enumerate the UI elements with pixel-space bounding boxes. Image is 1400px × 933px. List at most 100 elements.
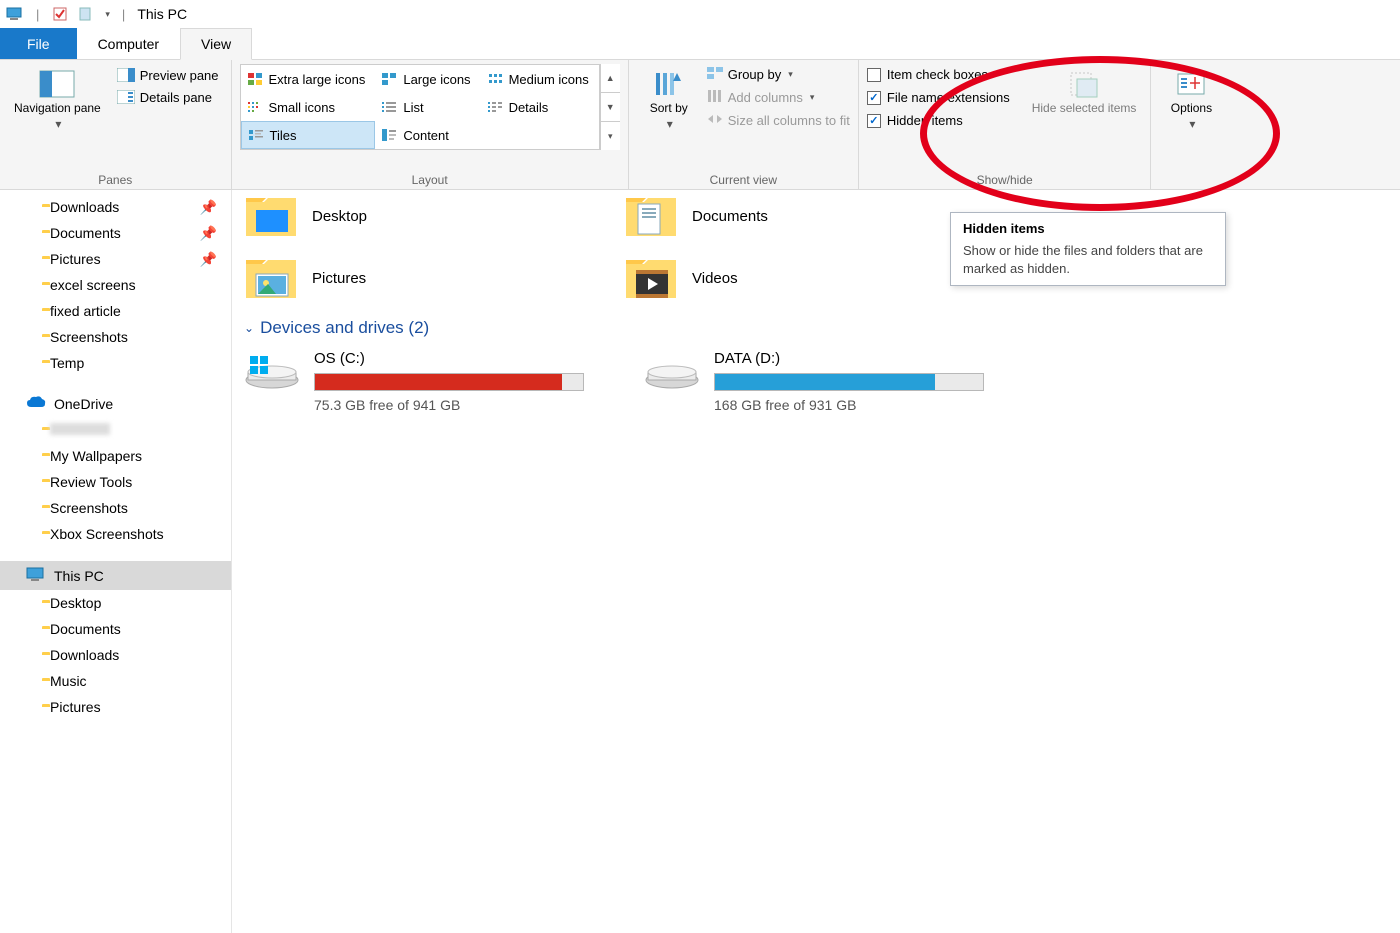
tab-computer[interactable]: Computer	[77, 28, 180, 59]
separator: |	[36, 7, 39, 22]
sidebar-item-label: Downloads	[50, 199, 119, 215]
sidebar-item-xbox-screenshots[interactable]: Xbox Screenshots	[0, 521, 231, 547]
sidebar-item-label: excel screens	[50, 277, 136, 293]
section-header-devices[interactable]: ⌄ Devices and drives (2)	[244, 318, 1388, 338]
content-pane[interactable]: Desktop Documents Pictures Videos ⌄ Device…	[232, 190, 1400, 933]
sidebar-item-pictures[interactable]: Pictures	[0, 694, 231, 720]
sidebar-item-downloads[interactable]: Downloads📌	[0, 194, 231, 220]
qat-dropdown-icon[interactable]: ▾	[105, 9, 110, 20]
drive-name: DATA (D:)	[714, 350, 1004, 367]
ribbon-group-current-view: Sort by ▾ Group by ▾ Add columns ▾ Size …	[629, 60, 859, 189]
sidebar-item-label: Pictures	[50, 251, 101, 267]
tab-file[interactable]: File	[0, 28, 77, 59]
sidebar-item-label: My Wallpapers	[50, 448, 142, 464]
sidebar-item-screenshots[interactable]: Screenshots	[0, 495, 231, 521]
sidebar-item-documents[interactable]: Documents📌	[0, 220, 231, 246]
drive-name: OS (C:)	[314, 350, 604, 367]
sidebar-item-excel-screens[interactable]: excel screens	[0, 272, 231, 298]
sidebar-item-review-tools[interactable]: Review Tools	[0, 469, 231, 495]
group-by-button[interactable]: Group by ▾	[707, 64, 850, 85]
pc-icon	[6, 5, 24, 23]
ribbon-group-options: Options ▾	[1151, 60, 1231, 189]
sidebar-item-music[interactable]: Music	[0, 668, 231, 694]
layout-option-extra-large-icons[interactable]: Extra large icons	[241, 65, 376, 93]
ribbon-group-panes: Navigation pane ▾ Preview pane Details p…	[0, 60, 232, 189]
sidebar-item-label: Music	[50, 673, 87, 689]
folder-tile-documents[interactable]: Documents	[624, 194, 964, 238]
hide-selected-items-button: Hide selected items	[1026, 64, 1143, 120]
properties-icon[interactable]	[51, 5, 69, 23]
pin-icon: 📌	[200, 251, 217, 268]
sidebar-item-label: Documents	[50, 225, 121, 241]
chevron-down-icon: ▾	[1189, 118, 1195, 132]
sidebar-item-temp[interactable]: Temp	[0, 350, 231, 376]
sidebar-item-this-pc[interactable]: This PC	[0, 561, 231, 590]
sidebar-item-onedrive[interactable]: OneDrive	[0, 390, 231, 417]
sidebar-item-label	[50, 422, 110, 438]
gallery-expand-icon[interactable]: ▾	[601, 122, 620, 150]
layout-option-large-icons[interactable]: Large icons	[375, 65, 480, 93]
sort-by-button[interactable]: Sort by ▾	[637, 64, 701, 136]
drive-icon	[244, 350, 300, 390]
drive-tile-data-d-[interactable]: DATA (D:)168 GB free of 931 GB	[644, 350, 1004, 413]
folder-icon	[244, 256, 298, 300]
sidebar-item-screenshots[interactable]: Screenshots	[0, 324, 231, 350]
sidebar-item-documents[interactable]: Documents	[0, 616, 231, 642]
tile-label: Pictures	[312, 270, 366, 287]
new-folder-icon[interactable]	[77, 5, 95, 23]
ribbon-tabs: File Computer View	[0, 28, 1400, 60]
folder-tile-videos[interactable]: Videos	[624, 256, 964, 300]
sidebar-item-label: Screenshots	[50, 329, 128, 345]
ribbon-group-show-hide: Item check boxes File name extensions Hi…	[859, 60, 1152, 189]
layout-option-small-icons[interactable]: Small icons	[241, 93, 376, 121]
navigation-pane-button[interactable]: Navigation pane ▾	[8, 64, 107, 136]
layout-view-icon	[247, 100, 263, 114]
layout-view-icon	[381, 100, 397, 114]
sidebar-item-desktop[interactable]: Desktop	[0, 590, 231, 616]
main-area: Downloads📌Documents📌 Pictures 📌 excel scree…	[0, 190, 1400, 933]
chevron-down-icon: ▾	[788, 69, 793, 80]
folder-tile-desktop[interactable]: Desktop	[244, 194, 584, 238]
sidebar-item-my-wallpapers[interactable]: My Wallpapers	[0, 443, 231, 469]
folder-tile-pictures[interactable]: Pictures	[244, 256, 584, 300]
layout-option-medium-icons[interactable]: Medium icons	[481, 65, 599, 93]
layout-option-details[interactable]: Details	[481, 93, 599, 121]
add-columns-icon	[707, 89, 723, 106]
chevron-down-icon: ▾	[810, 92, 815, 103]
tab-view[interactable]: View	[180, 28, 252, 60]
hide-selected-icon	[1066, 68, 1102, 100]
options-button[interactable]: Options ▾	[1159, 64, 1223, 136]
folder-icon	[624, 256, 678, 300]
checkbox-icon	[867, 114, 881, 128]
hidden-items-checkbox[interactable]: Hidden items	[867, 110, 1010, 131]
preview-pane-button[interactable]: Preview pane	[113, 64, 223, 86]
group-label-show-hide: Show/hide	[867, 171, 1143, 187]
sidebar-item-label: Documents	[50, 621, 121, 637]
layout-gallery-scroll[interactable]: ▲ ▼ ▾	[600, 64, 620, 150]
layout-view-icon	[247, 72, 263, 86]
layout-option-content[interactable]: Content	[375, 121, 480, 149]
layout-gallery[interactable]: Extra large iconsLarge iconsMedium icons…	[240, 64, 600, 150]
file-name-extensions-checkbox[interactable]: File name extensions	[867, 87, 1010, 108]
sidebar-item-label: Review Tools	[50, 474, 132, 490]
tile-label: Documents	[692, 208, 768, 225]
sidebar-item-redacted[interactable]	[0, 417, 231, 443]
sidebar-item-downloads[interactable]: Downloads	[0, 642, 231, 668]
details-pane-button[interactable]: Details pane	[113, 86, 223, 108]
drive-tile-os-c-[interactable]: OS (C:)75.3 GB free of 941 GB	[244, 350, 604, 413]
ribbon: Navigation pane ▾ Preview pane Details p…	[0, 60, 1400, 190]
group-label-current-view: Current view	[637, 171, 850, 187]
tile-label: Videos	[692, 270, 738, 287]
item-checkboxes-checkbox[interactable]: Item check boxes	[867, 64, 1010, 85]
sidebar-item-pictures[interactable]: Pictures 📌	[0, 246, 231, 272]
navigation-sidebar[interactable]: Downloads📌Documents📌 Pictures 📌 excel scree…	[0, 190, 232, 933]
layout-option-list[interactable]: List	[375, 93, 480, 121]
chevron-down-icon: ▾	[667, 118, 673, 132]
sidebar-item-label: Xbox Screenshots	[50, 526, 164, 542]
scroll-up-icon[interactable]: ▲	[601, 64, 620, 93]
onedrive-icon	[26, 395, 46, 412]
sidebar-item-fixed-article[interactable]: fixed article	[0, 298, 231, 324]
layout-option-tiles[interactable]: Tiles	[241, 121, 376, 149]
navigation-pane-icon	[39, 68, 75, 100]
scroll-down-icon[interactable]: ▼	[601, 93, 620, 122]
